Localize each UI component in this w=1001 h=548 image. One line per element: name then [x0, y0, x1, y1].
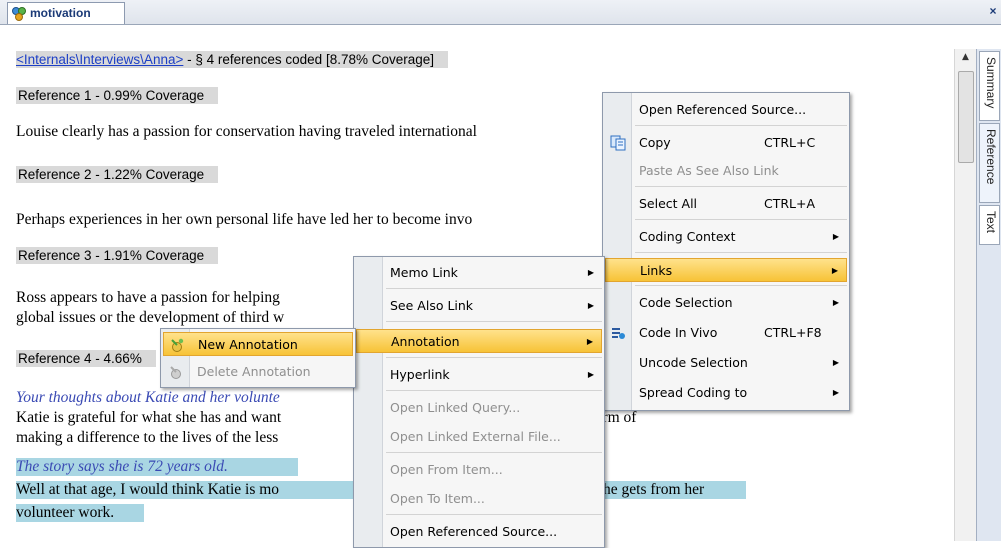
- tab-reference[interactable]: Reference: [979, 123, 1000, 203]
- menu-uncode-selection[interactable]: Uncode Selection ▶: [605, 351, 847, 375]
- new-annotation-icon: [171, 338, 184, 352]
- reference-heading-4: Reference 4 - 4.66%: [16, 350, 156, 367]
- source-header: <Internals\Interviews\Anna> - § 4 refere…: [16, 51, 449, 68]
- reference-heading-2: Reference 2 - 1.22% Coverage: [16, 166, 219, 183]
- menu-open-referenced-source[interactable]: Open Referenced Source...: [605, 98, 847, 122]
- delete-annotation-icon: [170, 366, 181, 379]
- menu-new-annotation[interactable]: New Annotation: [163, 332, 353, 356]
- menu-open-referenced-source-2[interactable]: Open Referenced Source...: [356, 520, 602, 544]
- menu-hyperlink[interactable]: Hyperlink ▶: [356, 363, 602, 387]
- links-submenu: Memo Link ▶ See Also Link ▶ Annotation ▶ Hy…: [353, 256, 605, 548]
- menu-copy[interactable]: Copy CTRL+C: [605, 131, 847, 155]
- coverage-summary: - § 4 references coded [8.78% Coverage]: [183, 52, 435, 67]
- menu-code-selection[interactable]: Code Selection ▶: [605, 291, 847, 315]
- menu-see-also-link[interactable]: See Also Link ▶: [356, 294, 602, 318]
- annotation-text-1: Your thoughts about Katie and her volunt…: [16, 389, 280, 406]
- document-tab-bar: motivation ×: [0, 0, 1001, 25]
- close-tab-button[interactable]: ×: [986, 4, 1000, 20]
- reference-text-4b: making a difference to the lives of the …: [16, 429, 279, 446]
- reference-text-2: Perhaps experiences in her own personal …: [16, 211, 473, 228]
- side-panel-tabs: Summary Reference Text: [976, 49, 1001, 541]
- menu-spread-coding-to[interactable]: Spread Coding to ▶: [605, 381, 847, 405]
- menu-links[interactable]: Links ▶: [605, 258, 847, 282]
- tab-motivation[interactable]: motivation: [7, 2, 125, 24]
- copy-icon: [610, 135, 626, 151]
- submenu-arrow-icon: ▶: [831, 266, 838, 275]
- menu-annotation[interactable]: Annotation ▶: [356, 329, 602, 353]
- reference-heading-1: Reference 1 - 0.99% Coverage: [16, 87, 219, 104]
- source-link[interactable]: <Internals\Interviews\Anna>: [16, 52, 183, 67]
- submenu-arrow-icon: ▶: [832, 358, 839, 367]
- scroll-up-icon[interactable]: ▲: [955, 49, 976, 66]
- scroll-thumb[interactable]: [958, 71, 974, 163]
- submenu-arrow-icon: ▶: [832, 388, 839, 397]
- reference-text-5a-end: she gets from her: [597, 481, 705, 498]
- tab-title: motivation: [30, 6, 91, 20]
- menu-open-from-item[interactable]: Open From Item...: [356, 458, 602, 482]
- vertical-scrollbar[interactable]: ▲: [954, 49, 976, 541]
- submenu-arrow-icon: ▶: [587, 301, 594, 310]
- context-menu: Open Referenced Source... Copy CTRL+C Pa…: [602, 92, 850, 411]
- submenu-arrow-icon: ▶: [832, 298, 839, 307]
- code-in-vivo-icon: [612, 328, 625, 339]
- menu-coding-context[interactable]: Coding Context ▶: [605, 225, 847, 249]
- menu-memo-link[interactable]: Memo Link ▶: [356, 261, 602, 285]
- reference-text-1: Louise clearly has a passion for conserv…: [16, 123, 477, 140]
- menu-paste-as-see-also-link[interactable]: Paste As See Also Link: [605, 159, 847, 183]
- menu-delete-annotation[interactable]: Delete Annotation: [163, 360, 353, 384]
- reference-text-3a: Ross appears to have a passion for helpi…: [16, 289, 280, 306]
- submenu-arrow-icon: ▶: [832, 232, 839, 241]
- reference-text-3b: global issues or the development of thir…: [16, 309, 285, 326]
- menu-select-all[interactable]: Select All CTRL+A: [605, 192, 847, 216]
- reference-text-5b: volunteer work.: [16, 504, 144, 522]
- menu-open-linked-external-file[interactable]: Open Linked External File...: [356, 425, 602, 449]
- reference-text-4a: Katie is grateful for what she has and w…: [16, 409, 282, 426]
- menu-open-linked-query[interactable]: Open Linked Query...: [356, 396, 602, 420]
- menu-open-to-item[interactable]: Open To Item...: [356, 487, 602, 511]
- annotation-submenu: New Annotation Delete Annotation: [160, 328, 356, 388]
- annotation-text-2: The story says she is 72 years old.: [16, 458, 298, 476]
- reference-heading-3: Reference 3 - 1.91% Coverage: [16, 247, 219, 264]
- submenu-arrow-icon: ▶: [587, 268, 594, 277]
- submenu-arrow-icon: ▶: [586, 337, 593, 346]
- submenu-arrow-icon: ▶: [587, 370, 594, 379]
- tab-summary[interactable]: Summary: [979, 51, 1000, 121]
- node-icon: [12, 7, 26, 21]
- menu-code-in-vivo[interactable]: Code In Vivo CTRL+F8: [605, 321, 847, 345]
- tab-text[interactable]: Text: [979, 205, 1000, 245]
